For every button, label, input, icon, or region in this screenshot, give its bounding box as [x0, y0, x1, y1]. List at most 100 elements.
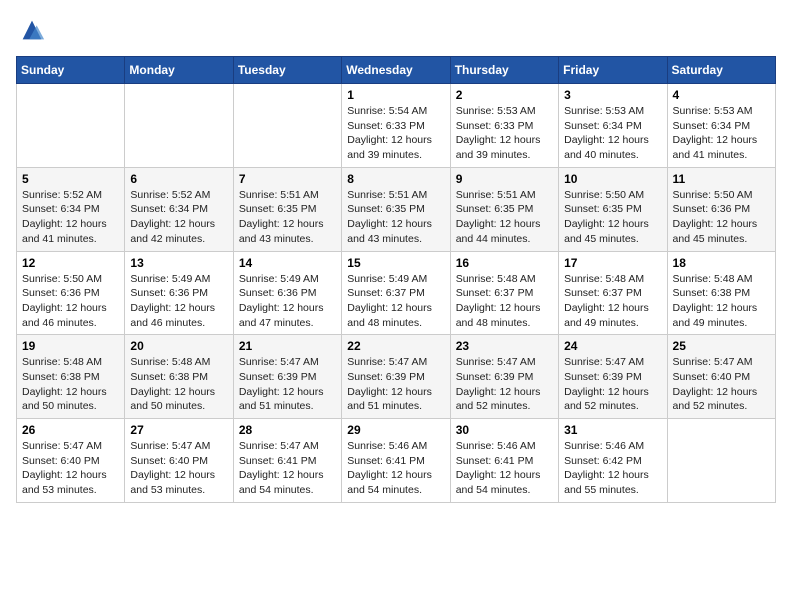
- calendar-cell: 11 Sunrise: 5:50 AMSunset: 6:36 PMDayligh…: [667, 167, 775, 251]
- calendar-cell: 5 Sunrise: 5:52 AMSunset: 6:34 PMDaylight…: [17, 167, 125, 251]
- calendar-cell: 16 Sunrise: 5:48 AMSunset: 6:37 PMDayligh…: [450, 251, 558, 335]
- calendar-week-row: 1 Sunrise: 5:54 AMSunset: 6:33 PMDaylight…: [17, 84, 776, 168]
- day-number: 30: [456, 423, 553, 437]
- weekday-header: Monday: [125, 57, 233, 84]
- day-info: Sunrise: 5:46 AMSunset: 6:41 PMDaylight:…: [347, 439, 444, 498]
- calendar-cell: 8 Sunrise: 5:51 AMSunset: 6:35 PMDaylight…: [342, 167, 450, 251]
- calendar-cell: 25 Sunrise: 5:47 AMSunset: 6:40 PMDayligh…: [667, 335, 775, 419]
- day-info: Sunrise: 5:48 AMSunset: 6:38 PMDaylight:…: [22, 355, 119, 414]
- day-number: 22: [347, 339, 444, 353]
- calendar-cell: 29Sunrise: 5:46 AMSunset: 6:41 PMDayligh…: [342, 419, 450, 503]
- day-number: 10: [564, 172, 661, 186]
- weekday-header: Thursday: [450, 57, 558, 84]
- calendar-week-row: 19 Sunrise: 5:48 AMSunset: 6:38 PMDayligh…: [17, 335, 776, 419]
- calendar-cell: 27 Sunrise: 5:47 AMSunset: 6:40 PMDayligh…: [125, 419, 233, 503]
- day-number: 16: [456, 256, 553, 270]
- calendar-cell: [233, 84, 341, 168]
- day-info: Sunrise: 5:53 AMSunset: 6:34 PMDaylight:…: [564, 104, 661, 163]
- day-number: 11: [673, 172, 770, 186]
- page-header: [16, 16, 776, 44]
- day-info: Sunrise: 5:47 AMSunset: 6:40 PMDaylight:…: [673, 355, 770, 414]
- calendar-cell: 4 Sunrise: 5:53 AMSunset: 6:34 PMDaylight…: [667, 84, 775, 168]
- calendar-cell: 14 Sunrise: 5:49 AMSunset: 6:36 PMDayligh…: [233, 251, 341, 335]
- day-number: 14: [239, 256, 336, 270]
- day-number: 2: [456, 88, 553, 102]
- day-info: Sunrise: 5:47 AMSunset: 6:39 PMDaylight:…: [239, 355, 336, 414]
- day-info: Sunrise: 5:53 AMSunset: 6:34 PMDaylight:…: [673, 104, 770, 163]
- logo: [16, 16, 46, 44]
- calendar-cell: 12Sunrise: 5:50 AMSunset: 6:36 PMDayligh…: [17, 251, 125, 335]
- calendar-cell: 6 Sunrise: 5:52 AMSunset: 6:34 PMDaylight…: [125, 167, 233, 251]
- calendar-week-row: 26 Sunrise: 5:47 AMSunset: 6:40 PMDayligh…: [17, 419, 776, 503]
- day-number: 23: [456, 339, 553, 353]
- calendar-cell: 10 Sunrise: 5:50 AMSunset: 6:35 PMDayligh…: [559, 167, 667, 251]
- day-info: Sunrise: 5:47 AMSunset: 6:39 PMDaylight:…: [564, 355, 661, 414]
- weekday-header: Saturday: [667, 57, 775, 84]
- weekday-header: Wednesday: [342, 57, 450, 84]
- day-number: 24: [564, 339, 661, 353]
- day-number: 8: [347, 172, 444, 186]
- day-info: Sunrise: 5:50 AMSunset: 6:35 PMDaylight:…: [564, 188, 661, 247]
- day-info: Sunrise: 5:52 AMSunset: 6:34 PMDaylight:…: [130, 188, 227, 247]
- day-info: Sunrise: 5:52 AMSunset: 6:34 PMDaylight:…: [22, 188, 119, 247]
- calendar-cell: 30Sunrise: 5:46 AMSunset: 6:41 PMDayligh…: [450, 419, 558, 503]
- calendar-cell: 28Sunrise: 5:47 AMSunset: 6:41 PMDayligh…: [233, 419, 341, 503]
- calendar-cell: 19 Sunrise: 5:48 AMSunset: 6:38 PMDayligh…: [17, 335, 125, 419]
- day-number: 13: [130, 256, 227, 270]
- day-number: 7: [239, 172, 336, 186]
- calendar-cell: 2 Sunrise: 5:53 AMSunset: 6:33 PMDaylight…: [450, 84, 558, 168]
- calendar-cell: 13Sunrise: 5:49 AMSunset: 6:36 PMDayligh…: [125, 251, 233, 335]
- day-number: 20: [130, 339, 227, 353]
- day-info: Sunrise: 5:48 AMSunset: 6:38 PMDaylight:…: [673, 272, 770, 331]
- day-number: 21: [239, 339, 336, 353]
- day-number: 5: [22, 172, 119, 186]
- day-info: Sunrise: 5:51 AMSunset: 6:35 PMDaylight:…: [347, 188, 444, 247]
- day-number: 18: [673, 256, 770, 270]
- day-info: Sunrise: 5:47 AMSunset: 6:40 PMDaylight:…: [130, 439, 227, 498]
- logo-icon: [18, 16, 46, 44]
- day-number: 19: [22, 339, 119, 353]
- day-info: Sunrise: 5:47 AMSunset: 6:40 PMDaylight:…: [22, 439, 119, 498]
- day-info: Sunrise: 5:51 AMSunset: 6:35 PMDaylight:…: [239, 188, 336, 247]
- day-number: 27: [130, 423, 227, 437]
- day-number: 12: [22, 256, 119, 270]
- day-info: Sunrise: 5:47 AMSunset: 6:39 PMDaylight:…: [347, 355, 444, 414]
- day-info: Sunrise: 5:46 AMSunset: 6:42 PMDaylight:…: [564, 439, 661, 498]
- day-number: 1: [347, 88, 444, 102]
- day-number: 6: [130, 172, 227, 186]
- calendar-cell: [17, 84, 125, 168]
- calendar-cell: 21 Sunrise: 5:47 AMSunset: 6:39 PMDayligh…: [233, 335, 341, 419]
- weekday-header: Tuesday: [233, 57, 341, 84]
- calendar-cell: 7 Sunrise: 5:51 AMSunset: 6:35 PMDaylight…: [233, 167, 341, 251]
- day-info: Sunrise: 5:53 AMSunset: 6:33 PMDaylight:…: [456, 104, 553, 163]
- day-info: Sunrise: 5:48 AMSunset: 6:37 PMDaylight:…: [564, 272, 661, 331]
- calendar-cell: 24 Sunrise: 5:47 AMSunset: 6:39 PMDayligh…: [559, 335, 667, 419]
- calendar-cell: [667, 419, 775, 503]
- day-info: Sunrise: 5:48 AMSunset: 6:38 PMDaylight:…: [130, 355, 227, 414]
- calendar-cell: 20 Sunrise: 5:48 AMSunset: 6:38 PMDayligh…: [125, 335, 233, 419]
- day-number: 17: [564, 256, 661, 270]
- day-info: Sunrise: 5:49 AMSunset: 6:36 PMDaylight:…: [239, 272, 336, 331]
- day-number: 26: [22, 423, 119, 437]
- calendar-cell: 1 Sunrise: 5:54 AMSunset: 6:33 PMDaylight…: [342, 84, 450, 168]
- calendar-cell: 9 Sunrise: 5:51 AMSunset: 6:35 PMDaylight…: [450, 167, 558, 251]
- day-number: 15: [347, 256, 444, 270]
- day-number: 3: [564, 88, 661, 102]
- calendar-week-row: 12Sunrise: 5:50 AMSunset: 6:36 PMDayligh…: [17, 251, 776, 335]
- day-number: 9: [456, 172, 553, 186]
- weekday-header-row: SundayMondayTuesdayWednesdayThursdayFrid…: [17, 57, 776, 84]
- day-number: 25: [673, 339, 770, 353]
- calendar-week-row: 5 Sunrise: 5:52 AMSunset: 6:34 PMDaylight…: [17, 167, 776, 251]
- calendar-cell: 26 Sunrise: 5:47 AMSunset: 6:40 PMDayligh…: [17, 419, 125, 503]
- day-info: Sunrise: 5:51 AMSunset: 6:35 PMDaylight:…: [456, 188, 553, 247]
- calendar-cell: 18 Sunrise: 5:48 AMSunset: 6:38 PMDayligh…: [667, 251, 775, 335]
- day-info: Sunrise: 5:54 AMSunset: 6:33 PMDaylight:…: [347, 104, 444, 163]
- day-number: 4: [673, 88, 770, 102]
- day-info: Sunrise: 5:50 AMSunset: 6:36 PMDaylight:…: [673, 188, 770, 247]
- calendar-cell: 31 Sunrise: 5:46 AMSunset: 6:42 PMDayligh…: [559, 419, 667, 503]
- day-info: Sunrise: 5:48 AMSunset: 6:37 PMDaylight:…: [456, 272, 553, 331]
- calendar-table: SundayMondayTuesdayWednesdayThursdayFrid…: [16, 56, 776, 503]
- calendar-cell: [125, 84, 233, 168]
- day-info: Sunrise: 5:47 AMSunset: 6:41 PMDaylight:…: [239, 439, 336, 498]
- day-number: 31: [564, 423, 661, 437]
